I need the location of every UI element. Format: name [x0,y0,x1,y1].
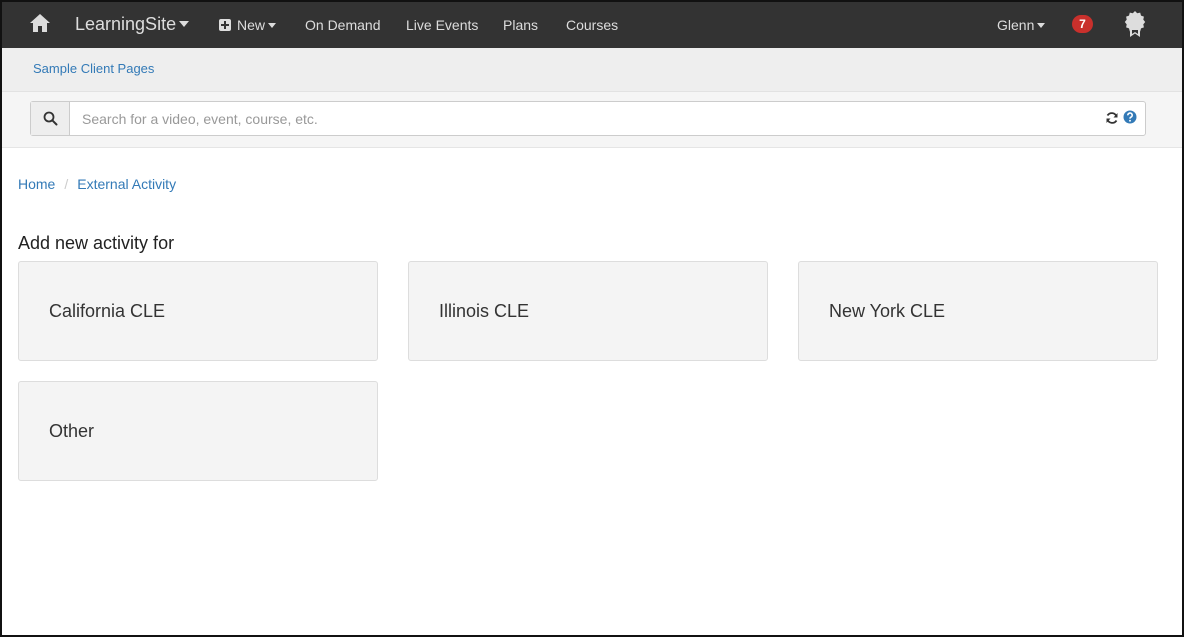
breadcrumb-home[interactable]: Home [18,176,55,192]
breadcrumb-separator: / [64,176,69,192]
chevron-down-icon [1037,22,1046,28]
new-label: New [237,17,266,33]
chevron-down-icon [268,22,277,28]
notification-badge[interactable]: 7 [1072,15,1093,33]
search-icon [43,111,58,126]
nav-courses[interactable]: Courses [566,16,618,34]
search-button[interactable] [31,102,70,135]
chevron-down-icon [179,21,190,28]
card-label: New York CLE [829,301,946,321]
top-navbar: LearningSite New On Demand Live Events P… [2,2,1182,48]
search-bar-row [2,92,1182,148]
new-dropdown[interactable]: New [219,16,277,34]
page-heading: Add new activity for [18,233,175,253]
sample-client-pages-link[interactable]: Sample Client Pages [33,61,154,76]
nav-plans[interactable]: Plans [503,16,538,34]
nav-live-events[interactable]: Live Events [406,16,478,34]
brand-label: LearningSite [75,14,177,34]
help-icon[interactable] [1123,110,1137,124]
card-label: Other [49,421,95,441]
client-subheader: Sample Client Pages [2,48,1182,92]
brand-dropdown[interactable]: LearningSite [75,13,190,37]
card-label: Illinois CLE [439,301,530,321]
home-icon[interactable] [29,12,51,34]
activity-card-california[interactable]: California CLE [18,261,378,361]
search-group [30,101,1146,136]
user-dropdown[interactable]: Glenn [997,16,1046,34]
award-ribbon-icon[interactable] [1124,10,1146,38]
nav-on-demand[interactable]: On Demand [305,16,380,34]
activity-card-other[interactable]: Other [18,381,378,481]
activity-card-illinois[interactable]: Illinois CLE [408,261,768,361]
card-label: California CLE [49,301,166,321]
search-input[interactable] [71,102,1091,135]
user-name: Glenn [997,17,1035,33]
plus-square-icon [219,19,231,31]
activity-card-new-york[interactable]: New York CLE [798,261,1158,361]
breadcrumb-external-activity[interactable]: External Activity [77,176,176,192]
breadcrumb: Home / External Activity [18,175,176,193]
refresh-icon[interactable] [1105,111,1119,125]
